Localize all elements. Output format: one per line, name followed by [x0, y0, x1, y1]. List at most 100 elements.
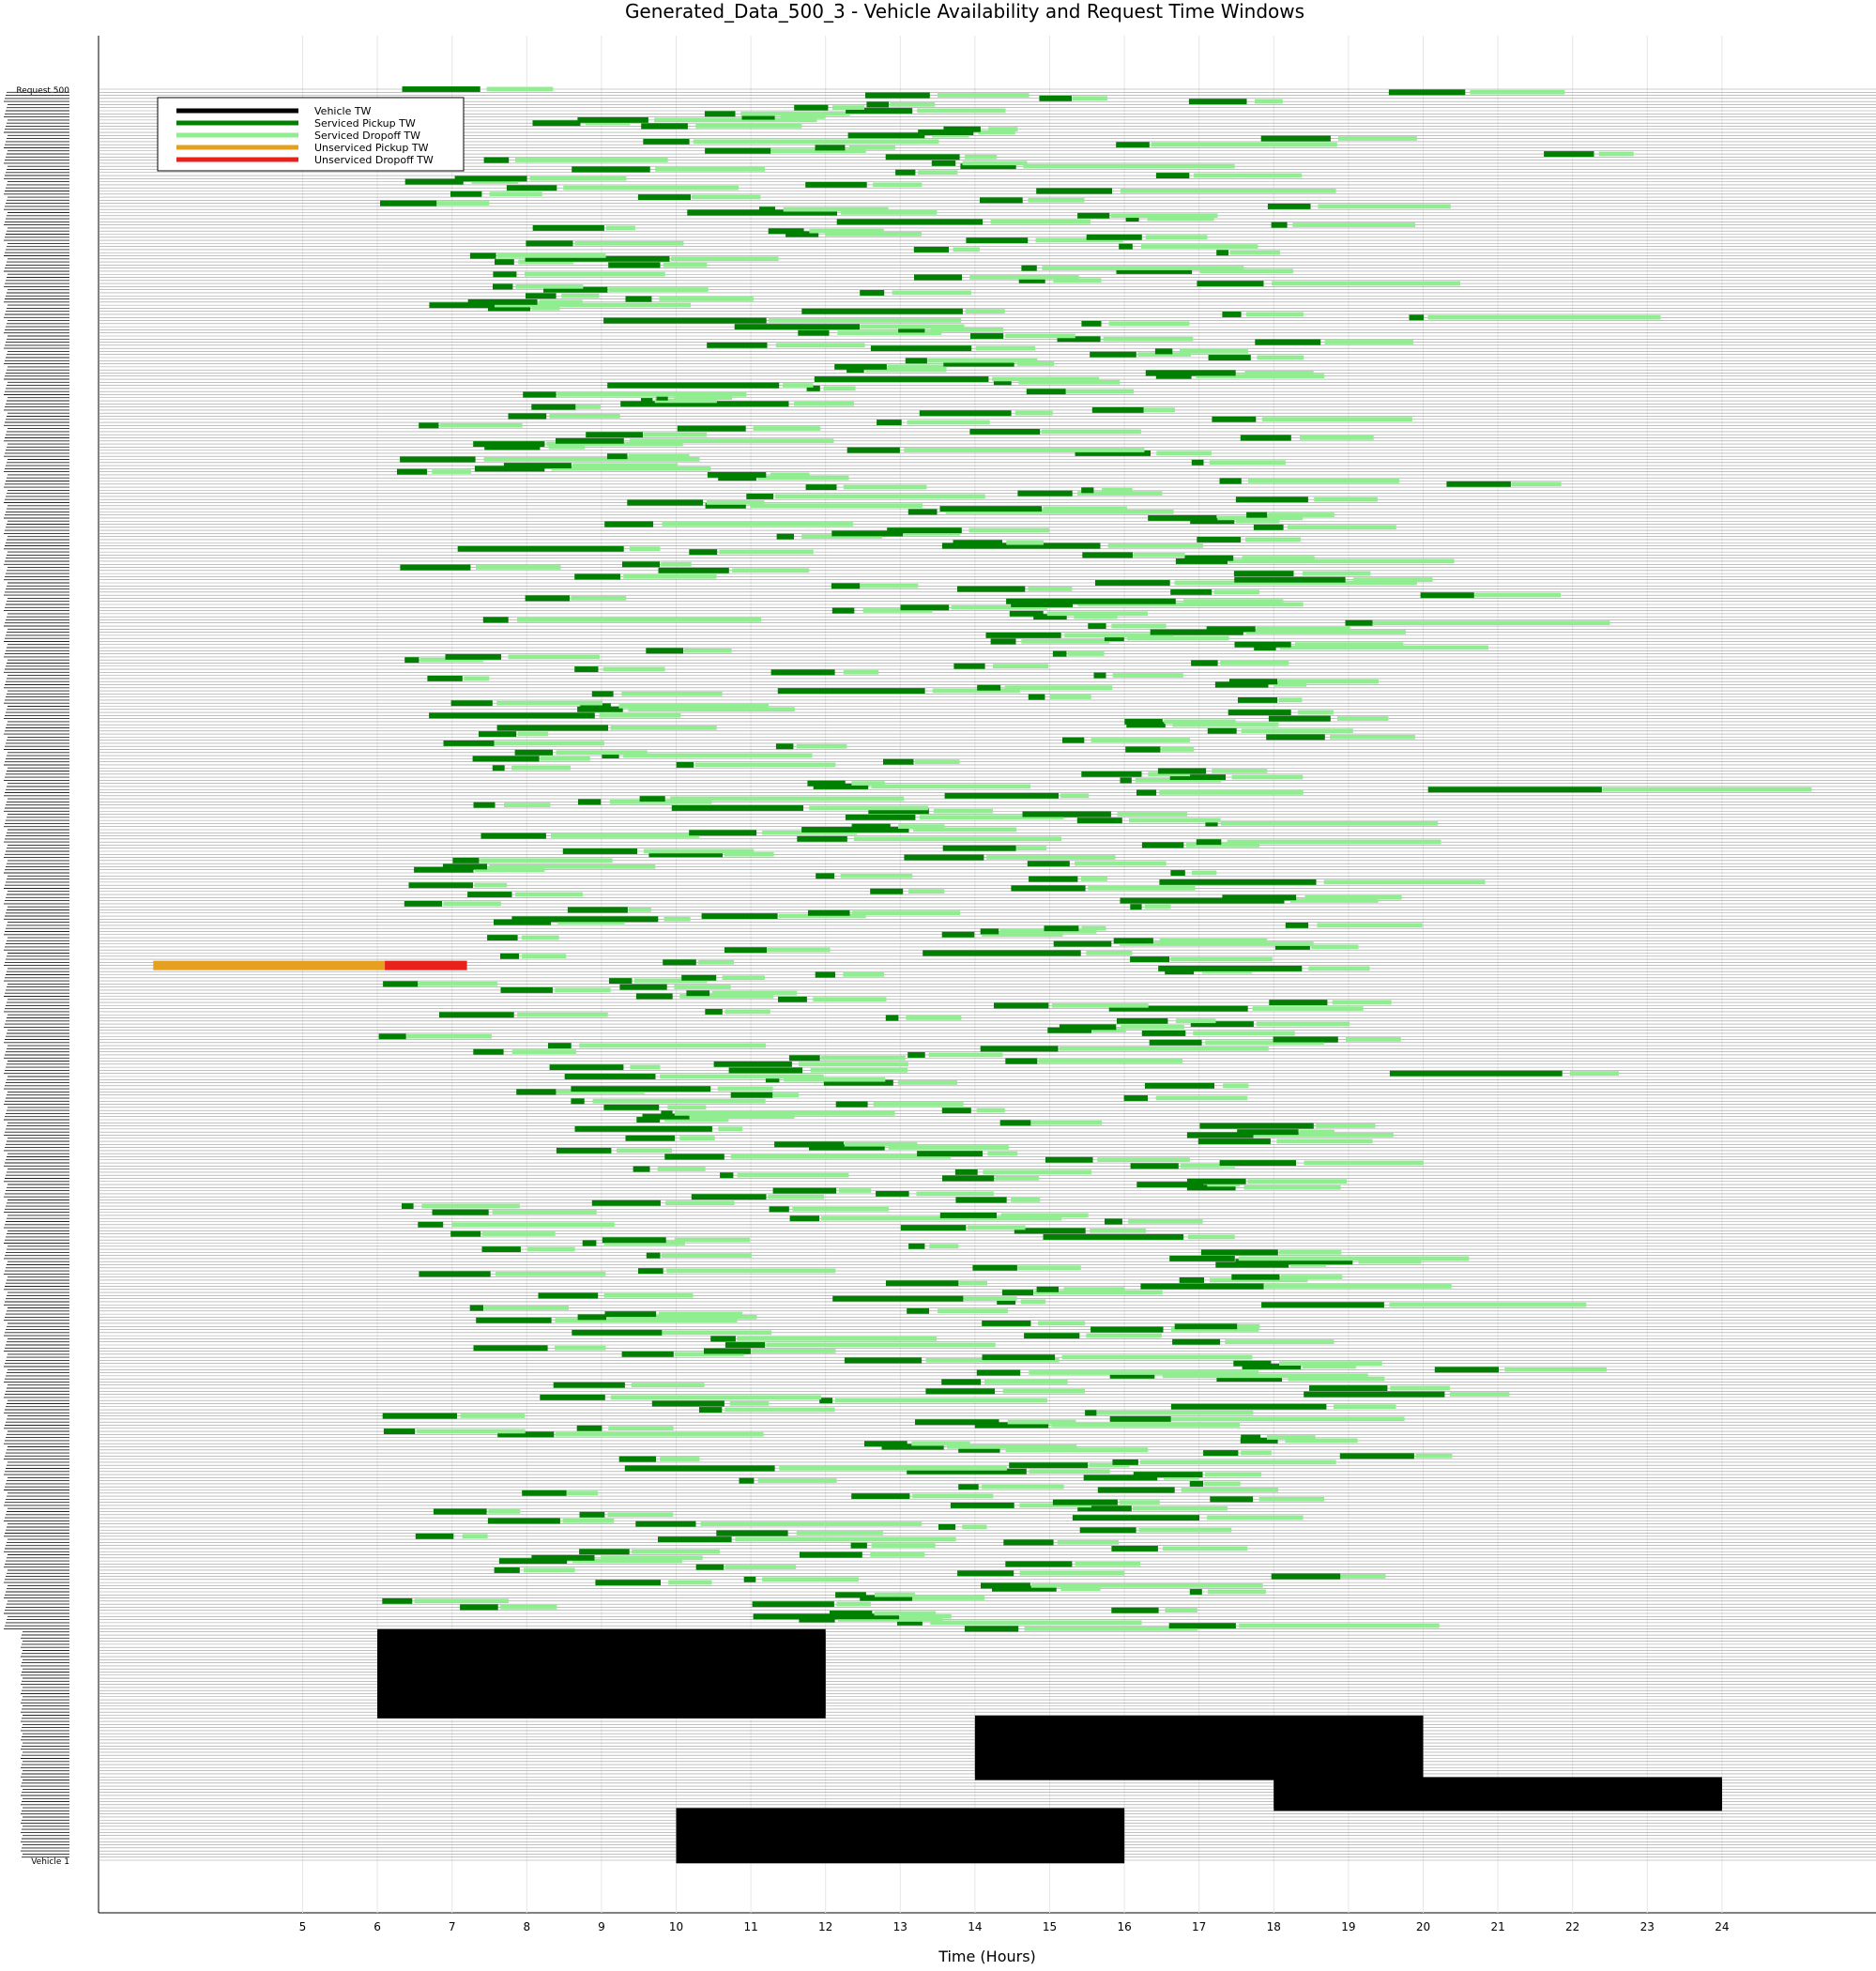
serviced-dropoff-bar — [1220, 661, 1289, 665]
serviced-dropoff-bar — [1181, 1488, 1279, 1492]
serviced-dropoff-bar — [601, 1555, 703, 1561]
serviced-dropoff-bar — [851, 781, 885, 786]
serviced-pickup-bar — [954, 1169, 978, 1175]
serviced-dropoff-bar — [1248, 479, 1400, 483]
serviced-pickup-bar — [1199, 1123, 1314, 1129]
serviced-dropoff-bar — [674, 985, 731, 989]
serviced-pickup-bar — [473, 441, 545, 448]
serviced-pickup-bar — [608, 262, 661, 268]
serviced-pickup-bar — [574, 1125, 712, 1132]
serviced-dropoff-bar — [521, 935, 559, 940]
serviced-pickup-bar — [1027, 861, 1070, 867]
serviced-dropoff-bar — [436, 201, 490, 206]
serviced-dropoff-bar — [1175, 1018, 1216, 1024]
serviced-pickup-bar — [1212, 416, 1257, 422]
serviced-pickup-bar — [1241, 1434, 1261, 1441]
serviced-dropoff-bar — [873, 182, 923, 188]
serviced-dropoff-bar — [668, 1580, 712, 1585]
serviced-dropoff-bar — [719, 549, 814, 555]
serviced-dropoff-bar — [555, 1345, 606, 1351]
serviced-pickup-bar — [676, 761, 694, 768]
serviced-pickup-bar — [621, 1351, 674, 1357]
serviced-dropoff-bar — [1333, 1404, 1396, 1410]
serviced-pickup-bar — [493, 271, 517, 278]
serviced-dropoff-bar — [1278, 679, 1379, 684]
serviced-pickup-bar — [487, 935, 518, 941]
serviced-dropoff-bar — [515, 283, 584, 289]
serviced-dropoff-bar — [982, 1484, 1064, 1490]
serviced-dropoff-bar — [767, 947, 831, 953]
x-tick-label: 13 — [893, 1920, 907, 1933]
serviced-pickup-bar — [618, 1456, 656, 1462]
serviced-dropoff-bar — [1205, 1472, 1262, 1477]
serviced-pickup-bar — [958, 1484, 979, 1490]
serviced-pickup-bar — [964, 1626, 1019, 1632]
serviced-dropoff-bar — [1120, 1500, 1160, 1505]
serviced-dropoff-bar — [617, 1148, 673, 1154]
serviced-dropoff-bar — [775, 494, 985, 499]
serviced-pickup-bar — [658, 1536, 732, 1543]
serviced-pickup-bar — [571, 1086, 711, 1092]
serviced-pickup-bar — [538, 1292, 599, 1299]
serviced-pickup-bar — [914, 274, 962, 281]
serviced-pickup-bar — [835, 1592, 866, 1598]
serviced-pickup-bar — [776, 533, 794, 540]
serviced-pickup-bar — [454, 176, 527, 182]
serviced-pickup-bar — [1148, 515, 1217, 521]
serviced-pickup-bar — [1285, 922, 1309, 928]
serviced-pickup-bar — [982, 1321, 1031, 1326]
serviced-dropoff-bar — [481, 1231, 556, 1236]
serviced-pickup-bar — [495, 259, 514, 266]
serviced-dropoff-bar — [1155, 1095, 1248, 1101]
serviced-dropoff-bar — [1059, 1046, 1269, 1051]
serviced-dropoff-bar — [769, 318, 962, 323]
serviced-dropoff-bar — [1128, 1219, 1203, 1224]
serviced-dropoff-bar — [1247, 1179, 1347, 1184]
serviced-pickup-bar — [1017, 490, 1073, 497]
serviced-dropoff-bar — [539, 299, 583, 305]
serviced-pickup-bar — [831, 607, 855, 614]
serviced-pickup-bar — [567, 907, 628, 913]
serviced-dropoff-bar — [1090, 1228, 1147, 1233]
serviced-dropoff-bar — [757, 1478, 837, 1483]
serviced-dropoff-bar — [1159, 938, 1268, 943]
serviced-pickup-bar — [641, 398, 653, 404]
serviced-pickup-bar — [1155, 173, 1190, 179]
serviced-dropoff-bar — [907, 420, 990, 425]
y-tick-label-clutter — [4, 91, 69, 1858]
serviced-pickup-bar — [469, 1305, 484, 1311]
serviced-dropoff-bar — [852, 910, 961, 916]
serviced-pickup-bar — [1184, 555, 1234, 561]
serviced-dropoff-bar — [762, 1577, 859, 1582]
serviced-pickup-bar — [830, 1611, 873, 1616]
serviced-dropoff-bar — [737, 1172, 849, 1178]
serviced-dropoff-bar — [1299, 1129, 1335, 1135]
serviced-pickup-bar — [1261, 1302, 1384, 1308]
serviced-dropoff-bar — [579, 1043, 767, 1048]
serviced-dropoff-bar — [629, 438, 834, 444]
serviced-dropoff-bar — [576, 405, 601, 409]
serviced-pickup-bar — [1085, 1410, 1097, 1416]
serviced-dropoff-bar — [1006, 540, 1044, 545]
serviced-dropoff-bar — [1256, 626, 1350, 632]
serviced-pickup-bar — [907, 1052, 925, 1058]
serviced-pickup-bar — [602, 1237, 666, 1244]
serviced-dropoff-bar — [892, 290, 971, 296]
serviced-dropoff-bar — [504, 802, 551, 807]
serviced-dropoff-bar — [1145, 235, 1208, 240]
serviced-dropoff-bar — [666, 1268, 836, 1274]
serviced-pickup-bar — [815, 971, 835, 978]
serviced-dropoff-bar — [572, 463, 679, 468]
serviced-pickup-bar — [845, 814, 916, 820]
serviced-dropoff-bar — [1193, 1031, 1295, 1036]
serviced-dropoff-bar — [930, 1620, 1142, 1626]
serviced-dropoff-bar — [460, 1413, 526, 1418]
serviced-pickup-bar — [1082, 552, 1133, 558]
serviced-pickup-bar — [864, 1441, 907, 1447]
serviced-pickup-bar — [556, 437, 624, 444]
serviced-dropoff-bar — [1268, 512, 1335, 517]
serviced-pickup-bar — [1219, 478, 1242, 484]
serviced-pickup-bar — [1154, 348, 1173, 355]
serviced-dropoff-bar — [679, 1136, 715, 1141]
vehicle-tw-bar — [974, 1715, 1424, 1722]
